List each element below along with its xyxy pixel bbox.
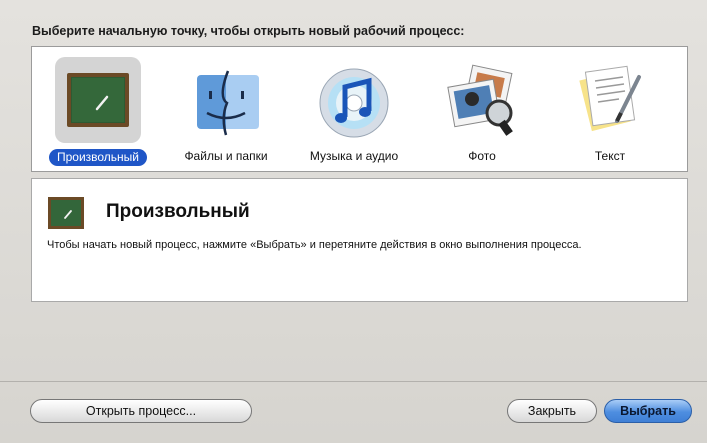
starting-point-label: Файлы и папки	[184, 149, 268, 163]
chalkboard-icon	[46, 193, 86, 233]
starting-point-text[interactable]: Текст	[550, 51, 670, 169]
starting-point-label: Текст	[594, 149, 626, 163]
new-workflow-dialog: Выберите начальную точку, чтобы открыть …	[0, 0, 707, 443]
starting-point-files-folders[interactable]: Файлы и папки	[166, 51, 286, 169]
starting-point-description-panel: Произвольный Чтобы начать новый процесс,…	[31, 178, 688, 302]
starting-point-label: Музыка и аудио	[309, 149, 399, 163]
footer-divider	[0, 381, 707, 382]
starting-point-chooser: Произвольный Файлы и папки Музыка и ауди…	[31, 46, 688, 172]
description-text: Чтобы начать новый процесс, нажмите «Выб…	[47, 239, 582, 251]
open-workflow-button[interactable]: Открыть процесс...	[30, 399, 252, 423]
starting-point-photos[interactable]: Фото	[422, 51, 542, 169]
finder-icon	[183, 57, 269, 143]
starting-point-custom[interactable]: Произвольный	[38, 51, 158, 169]
starting-point-label: Произвольный	[48, 149, 148, 166]
starting-point-label: Фото	[468, 149, 496, 163]
dialog-prompt: Выберите начальную точку, чтобы открыть …	[32, 24, 465, 38]
chalkboard-icon	[55, 57, 141, 143]
photos-icon	[439, 57, 525, 143]
choose-button[interactable]: Выбрать	[604, 399, 692, 423]
starting-point-music-audio[interactable]: Музыка и аудио	[294, 51, 414, 169]
itunes-music-icon	[311, 57, 397, 143]
close-button[interactable]: Закрыть	[507, 399, 597, 423]
text-document-icon	[567, 57, 653, 143]
description-title: Произвольный	[106, 201, 250, 222]
